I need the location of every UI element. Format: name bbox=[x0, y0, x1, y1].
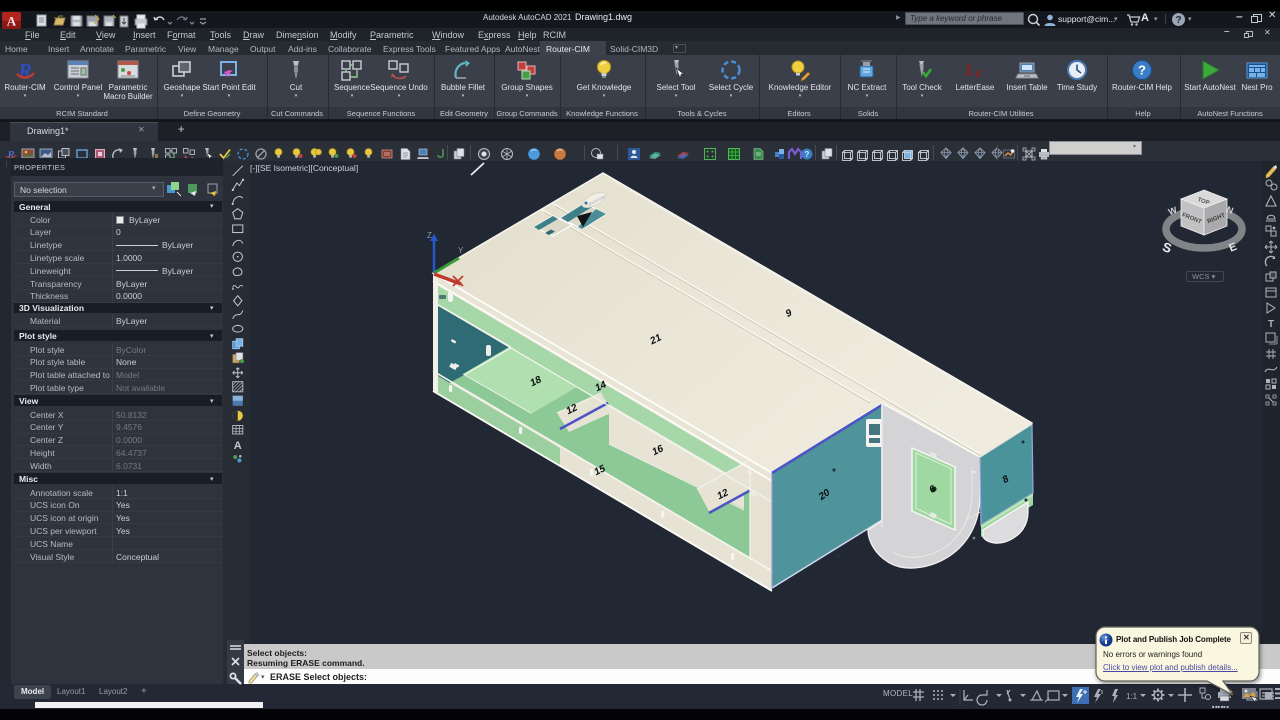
svg-text:S: S bbox=[1161, 239, 1174, 256]
